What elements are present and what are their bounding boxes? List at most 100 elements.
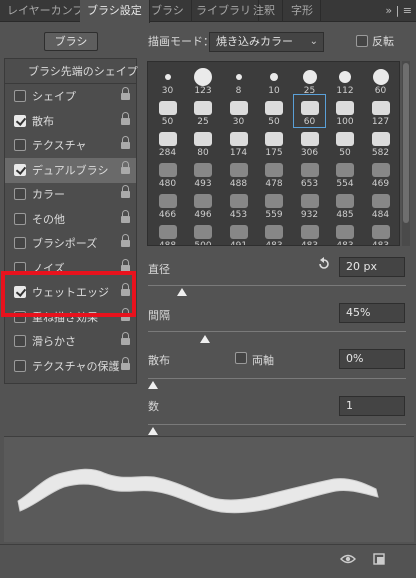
brush-tip[interactable]: 10	[259, 64, 290, 96]
lock-icon[interactable]	[121, 356, 130, 370]
brush-tip[interactable]: 453	[223, 188, 254, 220]
settings-item-checkbox[interactable]	[14, 163, 26, 176]
settings-item-checkbox[interactable]	[14, 114, 26, 127]
brush-tip[interactable]: 60	[365, 64, 396, 96]
settings-item[interactable]: テクスチャ	[5, 133, 136, 158]
settings-item-checkbox[interactable]	[14, 139, 26, 151]
brush-tip[interactable]: 123	[188, 64, 219, 96]
lock-icon[interactable]	[121, 209, 130, 223]
panel-menu-button[interactable]: » | ≡	[385, 0, 412, 22]
tab-notes[interactable]: 注釈	[246, 0, 283, 22]
new-brush-icon[interactable]	[372, 552, 386, 566]
brush-tip[interactable]: 30	[152, 64, 183, 96]
spacing-slider-track[interactable]	[148, 331, 406, 332]
lock-icon[interactable]	[121, 332, 130, 345]
flip-checkbox[interactable]	[356, 35, 368, 47]
brush-tip[interactable]: 60	[293, 94, 326, 128]
brush-tip[interactable]: 174	[223, 126, 254, 158]
scrollbar-thumb[interactable]	[403, 63, 409, 223]
settings-item-checkbox[interactable]	[14, 212, 26, 225]
brush-tip[interactable]: 50	[330, 126, 361, 158]
brush-tip[interactable]: 30	[223, 95, 254, 127]
brush-tip[interactable]: 488	[223, 157, 254, 189]
brush-tip[interactable]: 582	[365, 126, 396, 158]
eye-toggle-icon[interactable]	[340, 552, 356, 566]
settings-item[interactable]: シェイプ	[5, 84, 136, 109]
brush-tip[interactable]: 554	[330, 157, 361, 189]
settings-item-checkbox[interactable]	[14, 286, 26, 298]
count-slider-track[interactable]	[148, 424, 406, 425]
settings-item-checkbox[interactable]	[14, 188, 26, 200]
settings-item[interactable]: 散布	[5, 109, 136, 134]
tab-layer-comps[interactable]: レイヤーカンプ	[0, 0, 92, 22]
brush-tip[interactable]: 932	[294, 188, 325, 220]
settings-item[interactable]: ブラシポーズ	[5, 231, 136, 256]
settings-item[interactable]: ノイズ	[5, 256, 136, 281]
spacing-field[interactable]: 45%	[339, 303, 405, 323]
settings-item-checkbox[interactable]	[14, 310, 26, 323]
lock-icon[interactable]	[121, 258, 130, 272]
tab-brushes[interactable]: ブラシ	[144, 0, 192, 22]
scatter-field[interactable]: 0%	[339, 349, 405, 369]
diameter-slider-knob[interactable]	[176, 288, 187, 296]
lock-icon[interactable]	[121, 136, 130, 149]
settings-item-checkbox[interactable]	[14, 90, 26, 102]
brush-tip-shape-item[interactable]: ブラシ先端のシェイプ	[5, 59, 138, 84]
settings-item[interactable]: 滑らかさ	[5, 329, 136, 354]
brush-tip[interactable]: 284	[152, 126, 183, 158]
tab-brush-settings[interactable]: ブラシ設定	[80, 0, 150, 23]
settings-item-checkbox[interactable]	[14, 335, 26, 347]
brush-tip[interactable]: 25	[294, 64, 325, 96]
tab-glyphs[interactable]: 字形	[284, 0, 321, 22]
brush-tip[interactable]: 483	[259, 219, 290, 245]
diameter-field[interactable]: 20 px	[339, 257, 405, 277]
brush-tip[interactable]: 500	[188, 219, 219, 245]
brush-tip[interactable]: 491	[223, 219, 254, 245]
brush-tip[interactable]: 466	[152, 188, 183, 220]
settings-item-checkbox[interactable]	[14, 359, 26, 372]
brush-tip[interactable]: 112	[330, 64, 361, 96]
count-field[interactable]: 1	[339, 396, 405, 416]
brush-tip[interactable]: 80	[188, 126, 219, 158]
count-slider-knob[interactable]	[148, 427, 158, 435]
lock-icon[interactable]	[121, 87, 130, 100]
brush-tip[interactable]: 483	[365, 219, 396, 245]
settings-item[interactable]: カラー	[5, 182, 136, 207]
brush-tip[interactable]: 100	[330, 95, 361, 127]
brush-tip[interactable]: 559	[259, 188, 290, 220]
settings-item-checkbox[interactable]	[14, 261, 26, 274]
lock-icon[interactable]	[121, 185, 130, 198]
brush-tip[interactable]: 653	[294, 157, 325, 189]
brush-presets-button[interactable]: ブラシ	[44, 32, 98, 51]
settings-item[interactable]: ウェットエッジ	[5, 280, 136, 305]
brush-tip[interactable]: 175	[259, 126, 290, 158]
both-axes-checkbox[interactable]	[235, 352, 247, 364]
brush-tip[interactable]: 469	[365, 157, 396, 189]
brush-tip[interactable]: 306	[294, 126, 325, 158]
settings-item-checkbox[interactable]	[14, 237, 26, 249]
lock-icon[interactable]	[121, 307, 130, 321]
brush-tip[interactable]: 127	[365, 95, 396, 127]
reset-size-icon[interactable]	[317, 257, 331, 271]
settings-item[interactable]: デュアルブラシ	[5, 157, 136, 183]
blend-mode-select[interactable]: 焼き込みカラー ⌄	[209, 32, 324, 52]
brush-tip[interactable]: 50	[152, 95, 183, 127]
diameter-slider-track[interactable]	[148, 285, 406, 286]
spacing-slider-knob[interactable]	[200, 335, 211, 343]
lock-icon[interactable]	[121, 111, 130, 125]
settings-item[interactable]: テクスチャの保護	[5, 354, 136, 379]
brush-tip[interactable]: 484	[365, 188, 396, 220]
brush-tip[interactable]: 50	[259, 95, 290, 127]
brush-tip[interactable]: 485	[330, 188, 361, 220]
lock-icon[interactable]	[121, 234, 130, 247]
settings-item[interactable]: その他	[5, 207, 136, 232]
brush-tip[interactable]: 25	[188, 95, 219, 127]
scatter-slider-knob[interactable]	[148, 381, 158, 389]
scatter-slider-track[interactable]	[148, 378, 406, 379]
brush-tip[interactable]: 8	[223, 64, 254, 96]
lock-icon[interactable]	[121, 160, 130, 174]
brush-tip[interactable]: 496	[188, 188, 219, 220]
brush-tip[interactable]: 478	[259, 157, 290, 189]
brush-tip[interactable]: 488	[152, 219, 183, 245]
brush-tip[interactable]: 493	[188, 157, 219, 189]
